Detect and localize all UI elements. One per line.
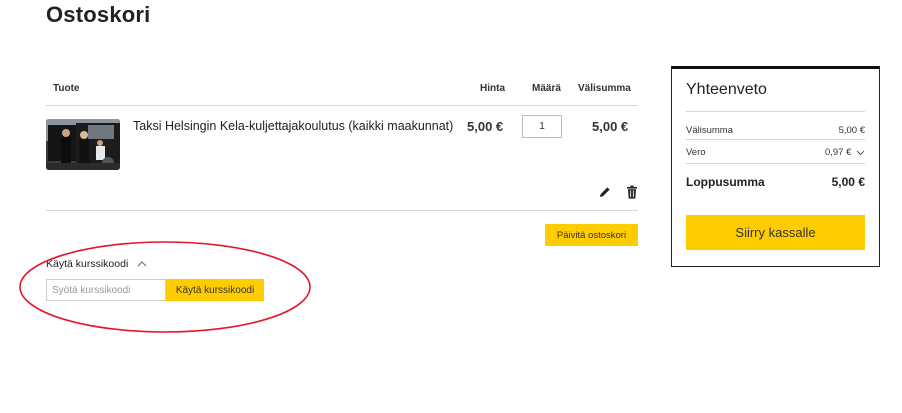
checkout-button[interactable]: Siirry kassalle	[686, 215, 865, 250]
column-header-subtotal: Välisumma	[578, 83, 631, 94]
pencil-icon[interactable]	[599, 186, 611, 198]
divider	[686, 139, 865, 140]
divider	[686, 163, 865, 164]
summary-subtotal-label: Välisumma	[686, 125, 733, 136]
tax-toggle[interactable]: 0,97 €	[825, 147, 865, 158]
update-cart-button[interactable]: Päivitä ostoskori	[545, 224, 638, 246]
product-thumbnail[interactable]	[46, 119, 120, 170]
order-summary: Yhteenveto Välisumma 5,00 € Vero 0,97 € …	[671, 66, 880, 267]
coupon-toggle[interactable]: Käytä kurssikoodi	[46, 258, 147, 270]
column-header-product: Tuote	[53, 83, 80, 94]
item-subtotal: 5,00 €	[592, 119, 629, 134]
cart-item-row: Taksi Helsingin Kela-kuljettajakoulutus …	[46, 106, 638, 211]
column-header-price: Hinta	[480, 83, 505, 94]
product-image	[46, 119, 120, 170]
chevron-up-icon	[137, 261, 147, 267]
summary-total-label: Loppusumma	[686, 175, 765, 189]
column-header-quantity: Määrä	[532, 83, 561, 94]
coupon-toggle-label: Käytä kurssikoodi	[46, 258, 129, 270]
apply-coupon-button[interactable]: Käytä kurssikoodi	[166, 279, 264, 301]
product-name-link[interactable]: Taksi Helsingin Kela-kuljettajakoulutus …	[133, 119, 453, 133]
trash-icon[interactable]	[626, 185, 638, 199]
summary-title: Yhteenveto	[686, 81, 767, 98]
cart-table-header: Tuote Hinta Määrä Välisumma	[46, 78, 638, 106]
quantity-input[interactable]	[522, 115, 562, 138]
summary-tax-value: 0,97 €	[824, 147, 852, 158]
chevron-down-icon	[856, 150, 865, 156]
summary-tax-label: Vero	[686, 147, 706, 158]
divider	[686, 111, 865, 112]
summary-total-value: 5,00 €	[831, 175, 865, 189]
coupon-code-input[interactable]	[46, 279, 166, 301]
item-price: 5,00 €	[467, 119, 504, 134]
page-title: Ostoskori	[46, 2, 151, 27]
summary-subtotal-value: 5,00 €	[838, 125, 865, 136]
